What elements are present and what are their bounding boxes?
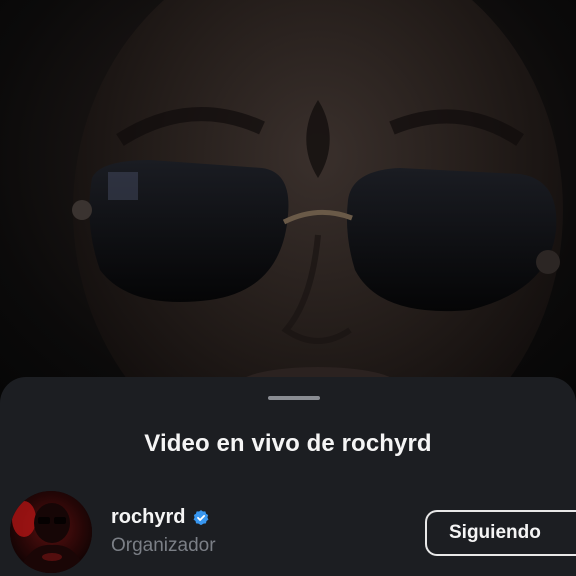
- live-info-sheet: Video en vivo de rochyrd rochyrd Organiz…: [0, 377, 576, 576]
- avatar-image: [10, 491, 92, 573]
- live-video-frame[interactable]: [0, 0, 576, 400]
- sheet-title: Video en vivo de rochyrd: [144, 430, 432, 457]
- sheet-grabber-handle[interactable]: [268, 396, 320, 400]
- live-video-image: [72, 0, 563, 400]
- following-button[interactable]: Siguiendo: [425, 510, 576, 556]
- verified-badge-icon: [192, 509, 210, 527]
- organizer-avatar[interactable]: [10, 491, 92, 573]
- organizer-role-label: Organizador: [111, 535, 216, 556]
- live-video-screen: Video en vivo de rochyrd rochyrd Organiz…: [0, 0, 576, 576]
- organizer-username: rochyrd: [111, 506, 186, 528]
- organizer-username-row[interactable]: rochyrd: [111, 506, 210, 529]
